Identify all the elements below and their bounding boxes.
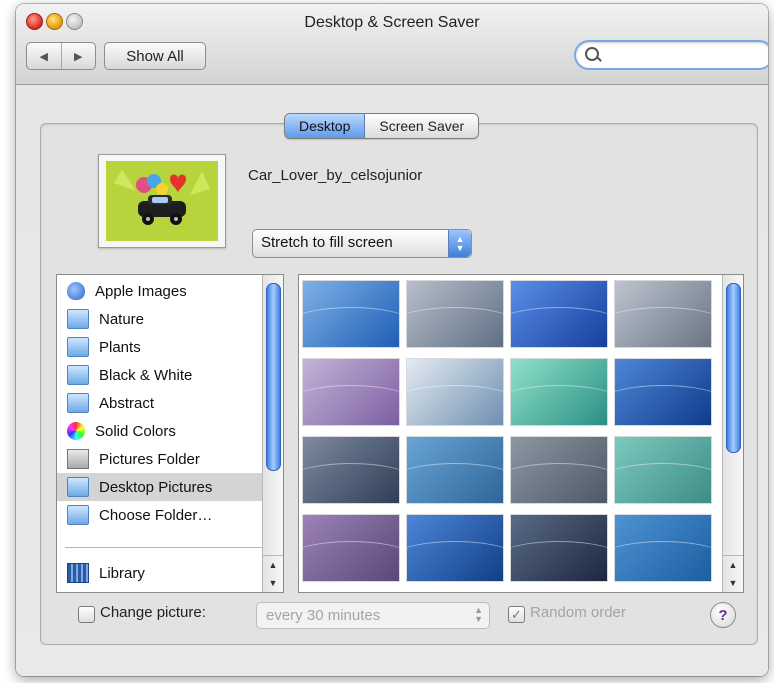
picture-thumbnail[interactable]	[303, 359, 399, 425]
help-button[interactable]: ?	[710, 602, 736, 628]
change-picture-bar: Change picture: every 30 minutes ▲ ▼ ✓ Ra…	[78, 602, 758, 629]
folder-icon	[67, 365, 89, 385]
picture-thumbnail[interactable]	[511, 515, 607, 581]
interval-popup[interactable]: every 30 minutes ▲ ▼	[256, 602, 490, 629]
picture-thumbnail[interactable]	[511, 437, 607, 503]
picture-thumbnail[interactable]	[407, 515, 503, 581]
random-order-label: Random order	[530, 604, 626, 621]
scroll-up-icon[interactable]: ▲	[269, 560, 278, 570]
picture-thumbnail[interactable]	[615, 281, 711, 347]
preferences-window: Desktop & Screen Saver ◀ ▶ Show All Desk…	[16, 4, 768, 676]
source-list-divider	[65, 547, 263, 548]
picture-thumbnail[interactable]	[303, 515, 399, 581]
source-item-nature[interactable]: Nature	[57, 305, 262, 333]
source-item-black-white[interactable]: Black & White	[57, 361, 262, 389]
forward-arrow-icon[interactable]: ▶	[62, 43, 96, 69]
show-all-button[interactable]: Show All	[104, 42, 206, 70]
library-icon	[67, 563, 89, 583]
source-item-label: Plants	[99, 338, 141, 356]
tab-desktop[interactable]: Desktop	[285, 114, 366, 138]
folder-icon	[67, 337, 89, 357]
window-title: Desktop & Screen Saver	[304, 14, 480, 31]
folder-icon	[67, 309, 89, 329]
pictures-folder-icon	[67, 449, 89, 469]
folder-icon	[67, 393, 89, 413]
folder-icon	[67, 477, 89, 497]
source-item-label: Apple Images	[95, 282, 187, 300]
popup-arrows-icon: ▲ ▼	[448, 230, 471, 257]
back-arrow-icon[interactable]: ◀	[27, 43, 62, 69]
source-item-abstract[interactable]: Abstract	[57, 389, 262, 417]
source-item-solid-colors[interactable]: Solid Colors	[57, 417, 262, 445]
source-item-plants[interactable]: Plants	[57, 333, 262, 361]
pane-tabs: Desktop Screen Saver	[284, 113, 480, 139]
scroll-thumb[interactable]	[266, 283, 281, 471]
search-field[interactable]	[574, 40, 768, 70]
folder-icon	[67, 505, 89, 525]
scroll-arrows[interactable]: ▲ ▼	[263, 555, 283, 592]
scroll-thumb[interactable]	[726, 283, 741, 453]
scroll-down-icon[interactable]: ▼	[729, 578, 738, 588]
source-item-desktop-pictures[interactable]: Desktop Pictures	[57, 473, 262, 501]
source-list-scrollbar[interactable]: ▲ ▼	[262, 275, 283, 592]
apple-icon	[67, 282, 85, 300]
placement-popup-value: Stretch to fill screen	[261, 234, 393, 251]
title-bar: Desktop & Screen Saver ◀ ▶ Show All	[16, 4, 768, 85]
source-item-label: Nature	[99, 310, 145, 328]
interval-popup-value: every 30 minutes	[266, 607, 381, 624]
picture-thumbnail[interactable]	[407, 281, 503, 347]
picture-thumbnail[interactable]	[303, 281, 399, 347]
picture-thumbnail[interactable]	[615, 515, 711, 581]
source-item-label: Black & White	[99, 366, 193, 384]
source-item-label: Choose Folder…	[99, 506, 213, 524]
tab-screen-saver[interactable]: Screen Saver	[365, 114, 479, 138]
source-item-pictures-folder[interactable]: Pictures Folder	[57, 445, 262, 473]
picture-thumbnail[interactable]	[407, 359, 503, 425]
source-item-choose-folder[interactable]: Choose Folder…	[57, 501, 262, 529]
current-picture-well[interactable]	[98, 154, 226, 248]
scroll-up-icon[interactable]: ▲	[729, 560, 738, 570]
popup-arrows-icon: ▲ ▼	[474, 605, 483, 624]
picture-source-list[interactable]: Apple Images Nature Plants Black & White…	[56, 274, 284, 593]
picture-thumbnail[interactable]	[407, 437, 503, 503]
search-input[interactable]	[606, 45, 760, 65]
source-item-library[interactable]: Library	[57, 559, 262, 587]
picture-thumbnail[interactable]	[303, 437, 399, 503]
source-item-label: Library	[99, 564, 145, 582]
source-item-label: Pictures Folder	[99, 450, 200, 468]
picture-thumbnail[interactable]	[615, 359, 711, 425]
car-lover-artwork	[106, 161, 218, 241]
picture-thumbnail[interactable]	[615, 437, 711, 503]
source-item-label: Desktop Pictures	[99, 478, 213, 496]
source-item-label: Solid Colors	[95, 422, 176, 440]
current-picture-name: Car_Lover_by_celsojunior	[248, 167, 423, 184]
current-picture-thumbnail	[106, 161, 218, 241]
picture-thumbnail[interactable]	[511, 281, 607, 347]
picture-thumbnail[interactable]	[511, 359, 607, 425]
back-forward-control: ◀ ▶	[26, 42, 96, 70]
change-picture-checkbox[interactable]	[78, 606, 95, 623]
desktop-pictures-grid[interactable]: ▲ ▼	[298, 274, 744, 593]
color-wheel-icon	[67, 422, 85, 440]
placement-popup[interactable]: Stretch to fill screen ▲ ▼	[252, 229, 472, 258]
random-order-checkbox[interactable]: ✓	[508, 606, 525, 623]
scroll-arrows[interactable]: ▲ ▼	[723, 555, 743, 592]
scroll-down-icon[interactable]: ▼	[269, 578, 278, 588]
source-item-label: Abstract	[99, 394, 155, 412]
change-picture-label: Change picture:	[100, 604, 206, 621]
source-item-apple-images[interactable]: Apple Images	[57, 277, 262, 305]
search-icon	[585, 47, 599, 61]
picture-grid-scrollbar[interactable]: ▲ ▼	[722, 275, 743, 592]
